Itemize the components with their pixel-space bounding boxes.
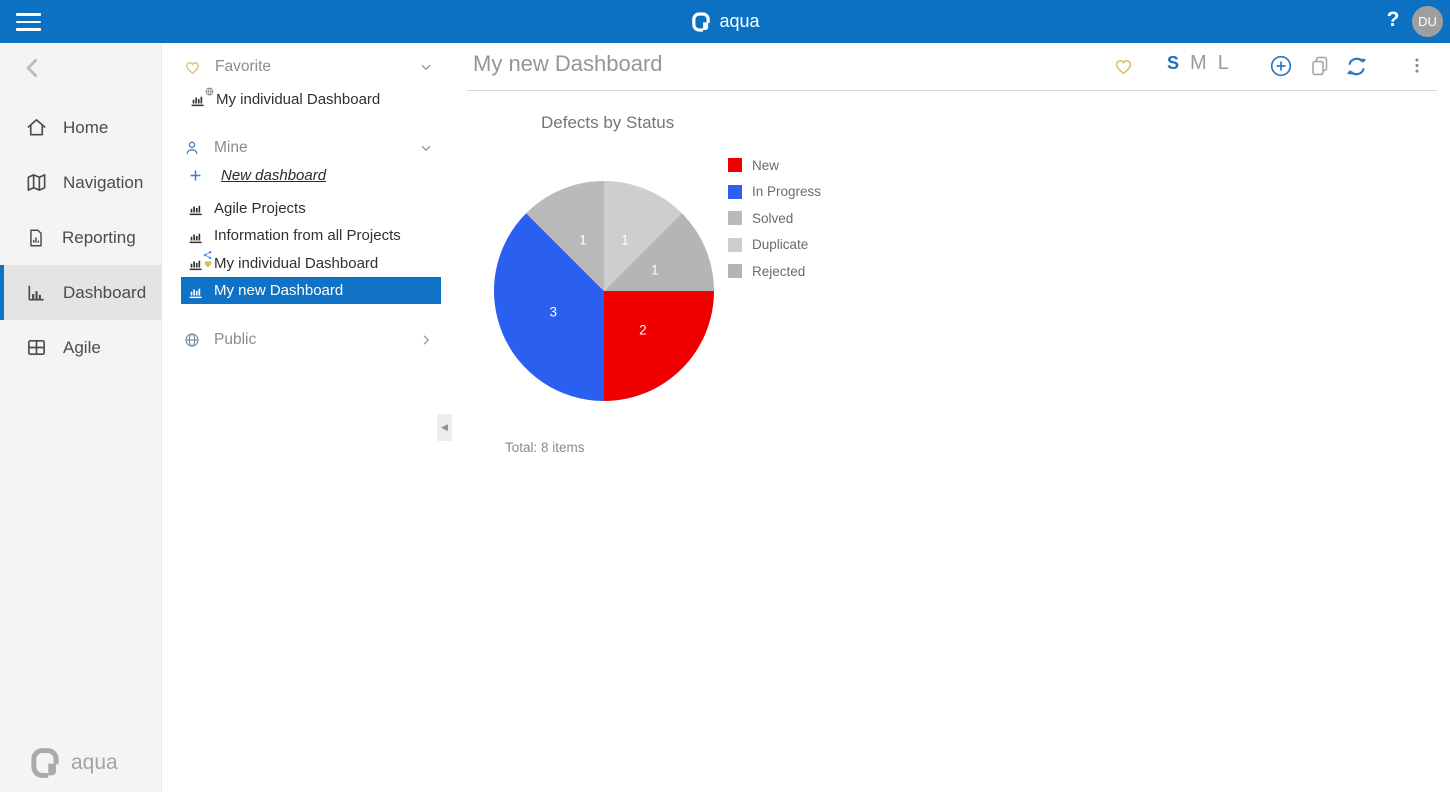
favorite-dashboard-button[interactable] (1112, 55, 1135, 78)
chevron-down-icon[interactable] (417, 58, 435, 76)
dashboard-item-my-new-dashboard[interactable]: My new Dashboard (181, 277, 441, 304)
legend-swatch (728, 184, 742, 199)
legend-label: Duplicate (752, 237, 809, 253)
dashboards-panel: Favorite My individual Dashboard Mine Ne… (163, 43, 455, 792)
chart-total-label: Total: 8 items (505, 440, 585, 455)
favorite-dashboard-item[interactable]: My individual Dashboard (189, 87, 381, 110)
sidebar-item-navigation[interactable]: Navigation (0, 155, 161, 210)
pie-slice-value: 1 (651, 263, 659, 278)
sidebar-item-agile[interactable]: Agile (0, 320, 161, 375)
legend-item-new[interactable]: New (728, 152, 821, 179)
plus-icon (187, 167, 204, 184)
bar-chart-icon (187, 227, 205, 245)
size-button-l[interactable]: L (1218, 52, 1229, 75)
pie-slice-value: 2 (639, 322, 647, 337)
reporting-icon (25, 227, 47, 249)
mine-section-label: Mine (214, 139, 248, 156)
mine-section-header[interactable]: Mine (183, 137, 435, 159)
size-button-m[interactable]: M (1190, 52, 1207, 75)
user-icon (183, 139, 201, 157)
globe-icon (183, 331, 201, 349)
widget-title: Defects by Status (541, 113, 675, 132)
new-dashboard-link[interactable]: New dashboard (187, 164, 326, 186)
top-bar: aqua ? DU (0, 0, 1450, 43)
sidebar-item-dashboard[interactable]: Dashboard (0, 265, 161, 320)
pie-slice-value: 3 (549, 305, 557, 320)
heart-icon (183, 58, 202, 77)
legend-item-solved[interactable]: Solved (728, 205, 821, 232)
page-title: My new Dashboard (473, 51, 663, 76)
legend-swatch (728, 211, 742, 226)
main-sidebar: Home Navigation Reporting Dashboard Agile aq… (0, 43, 162, 792)
agile-icon (25, 336, 48, 359)
widget-size-group: SML (1167, 52, 1229, 75)
footer-brand-label: aqua (71, 751, 118, 774)
sidebar-nav: Home Navigation Reporting Dashboard Agile (0, 100, 161, 375)
pie-slice-value: 1 (579, 233, 587, 248)
dashboard-main: My new Dashboard SML Defects by Status 2… (455, 43, 1450, 792)
legend-swatch (728, 158, 742, 173)
collapse-sidebar-button[interactable] (20, 55, 46, 81)
sidebar-item-home[interactable]: Home (0, 100, 161, 155)
legend-swatch (728, 264, 742, 279)
sidebar-item-label: Home (63, 117, 109, 137)
sidebar-item-label: Agile (63, 337, 101, 357)
help-button[interactable]: ? (1382, 8, 1404, 32)
chart-legend: New In Progress Solved Duplicate Rejected (728, 152, 821, 285)
dashboard-item-label: Agile Projects (214, 199, 306, 217)
sidebar-item-reporting[interactable]: Reporting (0, 210, 161, 265)
bar-chart-icon (189, 87, 214, 108)
legend-item-duplicate[interactable]: Duplicate (728, 232, 821, 259)
sidebar-item-label: Navigation (63, 172, 144, 192)
public-section-label: Public (214, 331, 257, 348)
public-section-header[interactable]: Public (183, 329, 435, 351)
size-button-s[interactable]: S (1167, 53, 1179, 74)
legend-item-rejected[interactable]: Rejected (728, 258, 821, 285)
chevron-down-icon[interactable] (417, 139, 435, 157)
aqua-logo-icon (690, 11, 712, 33)
legend-label: New (752, 157, 780, 173)
dashboard-item-agile-projects[interactable]: Agile Projects (181, 195, 441, 222)
pie-slice-new[interactable] (604, 291, 714, 401)
dashboard-item-information-from-all-projects[interactable]: Information from all Projects (181, 222, 441, 249)
chevron-right-icon[interactable] (417, 331, 435, 349)
favorite-dashboard-label: My individual Dashboard (216, 90, 381, 108)
dashboard-item-label: My individual Dashboard (214, 254, 379, 272)
app-brand: aqua (0, 0, 1450, 43)
kebab-menu-button[interactable] (1406, 54, 1428, 78)
legend-label: In Progress (752, 184, 822, 200)
refresh-button[interactable] (1344, 54, 1369, 79)
dashboard-icon (25, 281, 48, 304)
user-avatar[interactable]: DU (1412, 6, 1443, 37)
favorite-section-label: Favorite (215, 58, 271, 75)
legend-swatch (728, 237, 742, 252)
legend-label: Rejected (752, 263, 806, 279)
collapse-panel-handle[interactable]: ◀ (437, 414, 452, 441)
favorite-badge-icon (203, 259, 213, 269)
aqua-logo-icon (28, 746, 62, 780)
header-divider (467, 90, 1437, 91)
add-widget-button[interactable] (1269, 54, 1293, 78)
bar-chart-icon (187, 250, 212, 272)
shared-globe-badge-icon (205, 87, 214, 96)
navigation-icon (25, 171, 48, 194)
sidebar-footer-brand: aqua (28, 746, 118, 780)
bar-chart-icon (187, 199, 205, 217)
legend-item-in-progress[interactable]: In Progress (728, 179, 821, 206)
dashboard-item-my-individual-dashboard[interactable]: My individual Dashboard (181, 250, 441, 277)
dashboard-item-label: My new Dashboard (214, 282, 344, 299)
home-icon (25, 116, 48, 139)
pie-slice-value: 1 (621, 233, 629, 248)
app-brand-label: aqua (719, 11, 760, 31)
dashboard-item-label: Information from all Projects (214, 227, 401, 244)
legend-label: Solved (752, 210, 794, 226)
bar-chart-icon (187, 282, 205, 300)
favorite-section-header[interactable]: Favorite (183, 56, 435, 78)
pie-chart: 2 3 1 1 1 (493, 180, 715, 402)
new-dashboard-label: New dashboard (221, 166, 327, 184)
sidebar-item-label: Reporting (62, 227, 136, 247)
sidebar-item-label: Dashboard (63, 282, 147, 302)
copy-dashboard-button[interactable] (1308, 54, 1332, 78)
